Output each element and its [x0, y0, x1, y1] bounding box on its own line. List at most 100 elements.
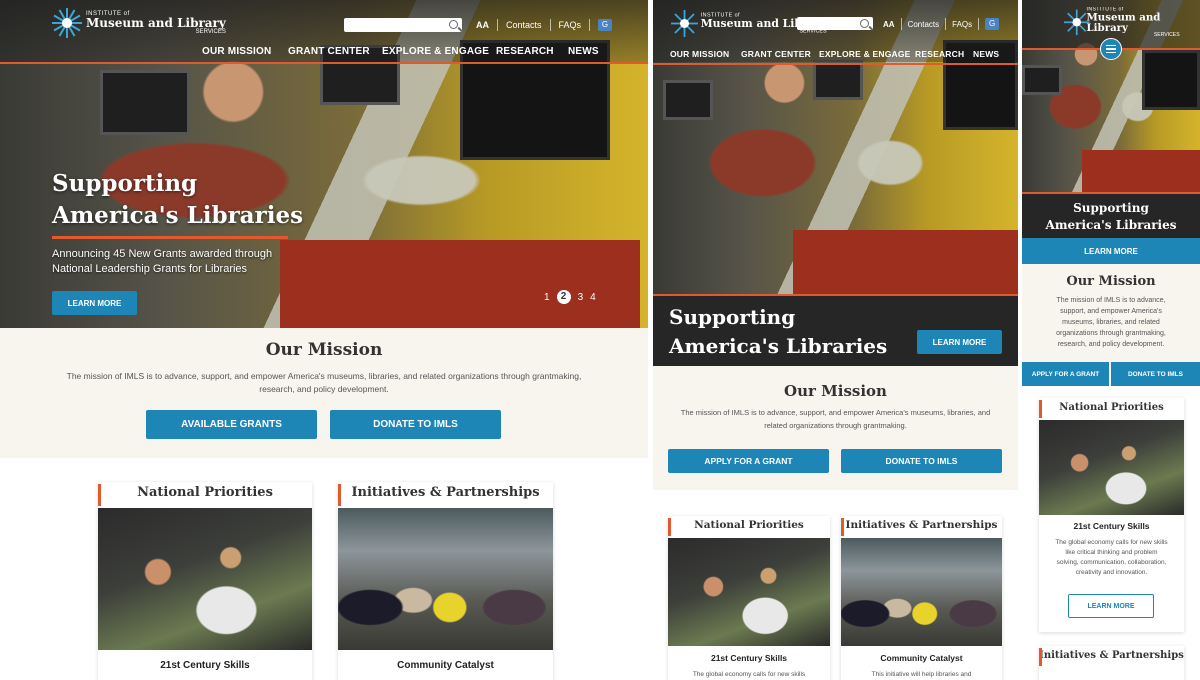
- hero-learn-more-button[interactable]: LEARN MORE: [917, 330, 1002, 354]
- card-caption: Community Catalyst: [397, 660, 494, 671]
- card-desc-line1: The global economy calls for new skills: [1055, 539, 1168, 546]
- divider: [900, 18, 902, 30]
- card-title: Initiatives & Partnerships: [841, 516, 1002, 538]
- card-image: [98, 508, 312, 650]
- hero-learn-more-button[interactable]: LEARN MORE: [52, 291, 137, 315]
- hero-title-line1: Supporting: [1073, 201, 1149, 215]
- mission-title: Our Mission: [784, 382, 887, 400]
- card-national-priorities[interactable]: National Priorities 21st Century Skills: [98, 482, 312, 680]
- donate-button[interactable]: DONATE TO IMLS: [330, 410, 501, 439]
- site-header: INSTITUTE of Museum and Library SERVICES…: [0, 0, 648, 62]
- translate-icon[interactable]: G: [598, 19, 613, 31]
- text-size-toggle[interactable]: AA: [476, 20, 489, 30]
- site-logo[interactable]: INSTITUTE of Museum and Library SERVICES: [1064, 7, 1180, 38]
- card-image: [668, 538, 830, 646]
- card-caption: 21st Century Skills: [710, 653, 788, 663]
- mission-title: Our Mission: [1066, 274, 1156, 289]
- card-national-priorities[interactable]: National Priorities 21st Century Skills …: [668, 516, 830, 680]
- card-caption: Community Catalyst: [880, 653, 963, 663]
- contacts-link[interactable]: Contacts: [506, 20, 542, 30]
- hero-title-underline: [52, 236, 288, 239]
- card-title: National Priorities: [98, 482, 312, 508]
- faqs-link[interactable]: FAQs: [559, 20, 582, 30]
- card-initiatives-partnerships[interactable]: Initiatives & Partnerships Community Cat…: [841, 516, 1002, 680]
- available-grants-button[interactable]: AVAILABLE GRANTS: [146, 410, 317, 439]
- card-desc-line4: creativity and innovation.: [1075, 569, 1148, 576]
- card-national-priorities[interactable]: National Priorities 21st Century Skills …: [1039, 398, 1184, 632]
- mission-text-line1: The mission of IMLS is to advance,: [1056, 297, 1166, 304]
- tablet-view: INSTITUTE of Museum and Library SERVICES…: [653, 0, 1018, 680]
- nav-explore-engage[interactable]: EXPLORE & ENGAGE: [819, 49, 915, 59]
- card-image: [1039, 420, 1184, 515]
- card-desc-line3: solving, communication, collaboration,: [1056, 559, 1167, 566]
- donate-button[interactable]: DONATE TO IMLS: [841, 449, 1002, 473]
- nav-our-mission[interactable]: OUR MISSION: [670, 49, 741, 59]
- mission-text-line4: organizations through grantmaking,: [1056, 330, 1166, 337]
- card-title: Initiatives & Partnerships: [338, 482, 553, 508]
- slide-dot-4[interactable]: 4: [590, 292, 596, 303]
- divider: [589, 19, 591, 31]
- apply-grant-button[interactable]: APPLY FOR A GRANT: [668, 449, 829, 473]
- hero-title-line1: Supporting: [669, 305, 796, 329]
- nav-news[interactable]: NEWS: [973, 49, 1007, 59]
- desktop-view: INSTITUTE of Museum and Library SERVICES…: [0, 0, 648, 680]
- card-initiatives-partnerships[interactable]: Initiatives & Partnerships Community Cat…: [338, 482, 553, 680]
- search-icon[interactable]: [860, 19, 869, 28]
- card-description: The global economy calls for new skills: [692, 671, 806, 678]
- card-desc-line2: like critical thinking and problem: [1065, 549, 1158, 556]
- mission-section: Our Mission The mission of IMLS is to ad…: [0, 328, 648, 458]
- hero-title-line2: America's Libraries: [669, 334, 888, 358]
- card-initiatives-partnerships[interactable]: Initiatives & Partnerships: [1039, 646, 1184, 680]
- hero-banner: INSTITUTE of Museum and Library SERVICES: [1022, 0, 1200, 194]
- search-input[interactable]: [344, 18, 462, 32]
- contacts-link[interactable]: Contacts: [908, 20, 940, 29]
- divider: [945, 18, 947, 30]
- slide-dot-2[interactable]: 2: [556, 290, 571, 304]
- card-description: This initiative will help libraries and: [871, 671, 972, 678]
- logo-burst-icon: [52, 8, 82, 38]
- site-logo[interactable]: INSTITUTE of Museum and Library SERVICES: [52, 8, 226, 38]
- card-title: National Priorities: [668, 516, 830, 538]
- header-accent-line: [653, 63, 1018, 65]
- search-icon[interactable]: [449, 20, 458, 29]
- slide-dot-3[interactable]: 3: [578, 292, 584, 303]
- card-caption: 21st Century Skills: [160, 660, 250, 671]
- hero-title-line1: Supporting: [52, 170, 198, 197]
- logo-burst-icon: [671, 10, 698, 37]
- divider: [978, 18, 980, 30]
- hero-learn-more-button[interactable]: LEARN MORE: [1022, 238, 1200, 264]
- header-accent-line: [0, 62, 648, 64]
- card-caption: 21st Century Skills: [1073, 521, 1150, 531]
- card-title: Initiatives & Partnerships: [1039, 646, 1184, 668]
- faqs-link[interactable]: FAQs: [952, 20, 972, 29]
- nav-research[interactable]: RESEARCH: [496, 46, 568, 57]
- slide-dot-1[interactable]: 1: [544, 292, 550, 303]
- mission-text-line3: museums, libraries, and related: [1062, 319, 1160, 326]
- nav-explore-engage[interactable]: EXPLORE & ENGAGE: [382, 46, 496, 57]
- nav-our-mission[interactable]: OUR MISSION: [202, 46, 288, 57]
- mission-section: Our Mission The mission of IMLS is to ad…: [653, 366, 1018, 490]
- hero-subtitle-line1: Announcing 45 New Grants awarded through: [52, 248, 273, 260]
- search-input[interactable]: [797, 17, 873, 30]
- translate-icon[interactable]: G: [985, 18, 1000, 30]
- nav-grant-center[interactable]: GRANT CENTER: [288, 46, 382, 57]
- nav-news[interactable]: NEWS: [568, 46, 608, 57]
- text-size-toggle[interactable]: AA: [883, 20, 895, 29]
- mission-text-line2: research, and policy development.: [259, 384, 389, 394]
- menu-icon[interactable]: [1100, 38, 1122, 60]
- site-header: INSTITUTE of Museum and Library SERVICES…: [653, 0, 1018, 62]
- hero-title-line2: America's Libraries: [52, 202, 304, 229]
- hero-caption: Supporting America's Libraries Announcin…: [52, 168, 303, 315]
- hero-title-line2: America's Libraries: [1045, 218, 1177, 232]
- mission-text-line2: support, and empower America's: [1060, 308, 1162, 315]
- hero-caption-bar: Supporting America's Libraries: [1022, 194, 1200, 238]
- nav-grant-center[interactable]: GRANT CENTER: [741, 49, 819, 59]
- hero-caption-bar: Supporting America's Libraries LEARN MOR…: [653, 296, 1018, 366]
- divider: [497, 19, 498, 31]
- donate-button[interactable]: DONATE TO IMLS: [1111, 362, 1200, 386]
- apply-grant-button[interactable]: APPLY FOR A GRANT: [1022, 362, 1109, 386]
- logo-line2: Museum and Library: [1086, 11, 1161, 34]
- nav-research[interactable]: RESEARCH: [915, 49, 973, 59]
- card-learn-more-button[interactable]: LEARN MORE: [1068, 594, 1154, 618]
- mission-text-line1: The mission of IMLS is to advance, suppo…: [680, 408, 991, 417]
